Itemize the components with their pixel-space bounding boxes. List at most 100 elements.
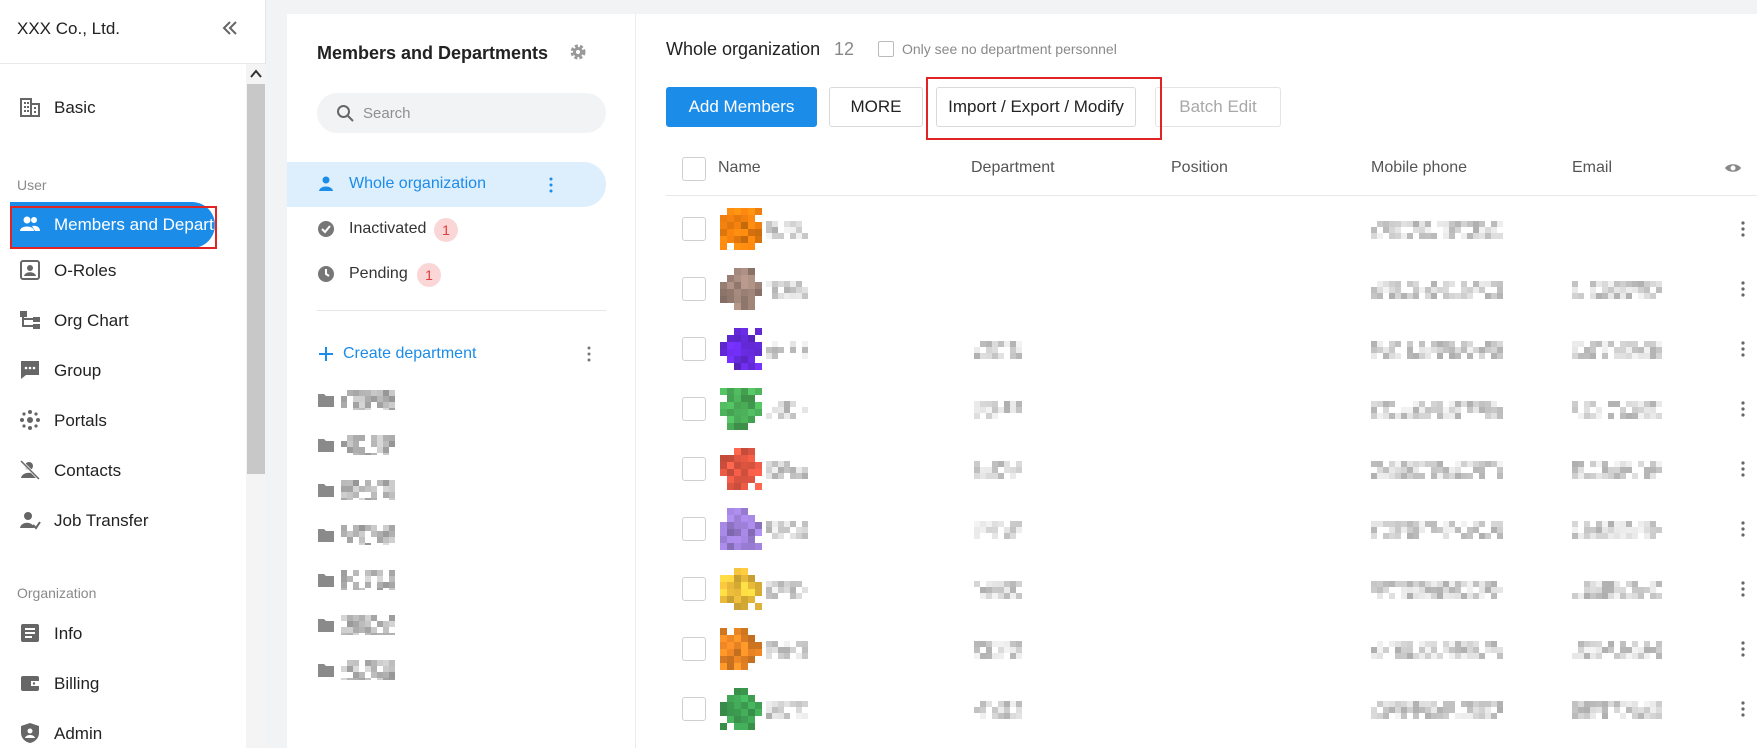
table-row[interactable] [666, 499, 1757, 559]
scroll-up-icon[interactable] [246, 64, 266, 84]
table-row[interactable] [666, 679, 1757, 739]
row-checkbox[interactable] [682, 457, 706, 481]
row-checkbox[interactable] [682, 217, 706, 241]
row-more-options-icon[interactable] [1735, 459, 1751, 479]
department-row[interactable] [317, 520, 606, 550]
section-label-organization: Organization [17, 585, 97, 601]
sidebar-item-o-roles[interactable]: O-Roles [0, 248, 246, 292]
sidebar-item-job-transfer[interactable]: Job Transfer [0, 498, 246, 542]
row-more-options-icon[interactable] [1735, 639, 1751, 659]
email-cell-redacted [1572, 281, 1662, 299]
table-row[interactable] [666, 199, 1757, 259]
department-cell-redacted [974, 581, 1022, 599]
sidebar-item-members-and-departments[interactable]: Members and Departments [10, 202, 215, 248]
row-checkbox[interactable] [682, 397, 706, 421]
filter-pending[interactable]: Pending 1 [287, 252, 606, 297]
table-row[interactable] [666, 259, 1757, 319]
table-row[interactable] [666, 379, 1757, 439]
table-row[interactable] [666, 439, 1757, 499]
avatar [719, 267, 763, 311]
page-title: Whole organization [666, 39, 821, 59]
sidebar-item-portals[interactable]: Portals [0, 398, 246, 442]
more-options-icon[interactable] [581, 344, 597, 364]
email-cell-redacted [1572, 461, 1662, 479]
department-row[interactable] [317, 610, 606, 640]
row-checkbox[interactable] [682, 697, 706, 721]
more-options-icon[interactable] [543, 175, 559, 195]
sidebar-item-label: Admin [54, 724, 103, 743]
import-export-modify-button[interactable]: Import / Export / Modify [936, 87, 1136, 127]
search-input[interactable] [363, 93, 593, 133]
company-name: XXX Co., Ltd. [17, 19, 120, 38]
sidebar-item-admin[interactable]: Admin [0, 711, 246, 748]
department-row[interactable] [317, 565, 606, 595]
row-checkbox[interactable] [682, 337, 706, 361]
mobile-cell-redacted [1371, 641, 1503, 659]
filter-inactivated[interactable]: Inactivated 1 [287, 207, 606, 252]
sidebar-item-org-chart[interactable]: Org Chart [0, 298, 246, 342]
row-more-options-icon[interactable] [1735, 339, 1751, 359]
row-more-options-icon[interactable] [1735, 279, 1751, 299]
name-cell-redacted [766, 701, 808, 719]
email-cell-redacted [1572, 581, 1662, 599]
sidebar-item-label: Group [54, 361, 102, 380]
folder-icon [318, 394, 334, 407]
sidebar-item-contacts[interactable]: Contacts [0, 448, 246, 492]
shield-user-icon [21, 723, 39, 743]
eye-icon[interactable] [1724, 160, 1742, 176]
sidebar-item-label: Portals [54, 411, 107, 430]
batch-edit-button[interactable]: Batch Edit [1155, 87, 1281, 127]
row-more-options-icon[interactable] [1735, 519, 1751, 539]
department-row[interactable] [317, 385, 606, 415]
department-row[interactable] [317, 475, 606, 505]
person-icon [319, 176, 333, 191]
sidebar-item-basic[interactable]: Basic [0, 85, 246, 129]
table-row[interactable] [666, 319, 1757, 379]
name-cell-redacted [766, 581, 808, 599]
sidebar-item-group[interactable]: Group [0, 348, 246, 392]
department-name-redacted [341, 570, 395, 594]
row-checkbox[interactable] [682, 277, 706, 301]
inactivated-count-badge: 1 [434, 218, 458, 242]
row-checkbox[interactable] [682, 637, 706, 661]
row-more-options-icon[interactable] [1735, 699, 1751, 719]
row-checkbox[interactable] [682, 577, 706, 601]
info-icon [21, 624, 39, 642]
department-row[interactable] [317, 430, 606, 460]
department-cell-redacted [974, 521, 1022, 539]
row-more-options-icon[interactable] [1735, 579, 1751, 599]
table-row[interactable] [666, 619, 1757, 679]
filter-label: Inactivated [349, 220, 427, 237]
panel-title: Members and Departments [317, 43, 549, 63]
sidebar-item-label: Members and Departments [54, 215, 215, 234]
add-members-button[interactable]: Add Members [666, 87, 817, 127]
more-button[interactable]: MORE [829, 87, 923, 127]
checkbox-label: Only see no department personnel [902, 41, 1117, 57]
table-row[interactable] [666, 559, 1757, 619]
only-no-department-checkbox[interactable]: Only see no department personnel [878, 39, 1117, 59]
sidebar-item-info[interactable]: Info [0, 611, 246, 655]
sidebar-scrollbar[interactable] [246, 64, 266, 748]
row-more-options-icon[interactable] [1735, 219, 1751, 239]
gear-icon[interactable] [568, 42, 588, 62]
scrollbar-thumb[interactable] [247, 84, 265, 474]
sidebar-item-billing[interactable]: Billing [0, 661, 246, 705]
filter-whole-organization[interactable]: Whole organization [287, 162, 606, 207]
create-department-button[interactable]: Create department [317, 343, 476, 365]
row-more-options-icon[interactable] [1735, 399, 1751, 419]
name-cell-redacted [766, 221, 808, 239]
folder-icon [318, 664, 334, 677]
id-card-icon [20, 260, 40, 280]
department-row[interactable] [317, 655, 606, 685]
collapse-sidebar-icon[interactable] [218, 16, 242, 40]
contacts-icon [19, 459, 41, 481]
sidebar-item-label: Basic [54, 98, 96, 117]
admin-sidebar: XXX Co., Ltd. Basic User Members and Dep… [0, 0, 266, 748]
select-all-checkbox[interactable] [682, 157, 706, 181]
name-cell-redacted [766, 401, 808, 419]
mobile-cell-redacted [1371, 461, 1503, 479]
email-cell-redacted [1572, 401, 1662, 419]
row-checkbox[interactable] [682, 517, 706, 541]
checkbox[interactable] [878, 41, 894, 57]
department-name-redacted [341, 435, 395, 459]
